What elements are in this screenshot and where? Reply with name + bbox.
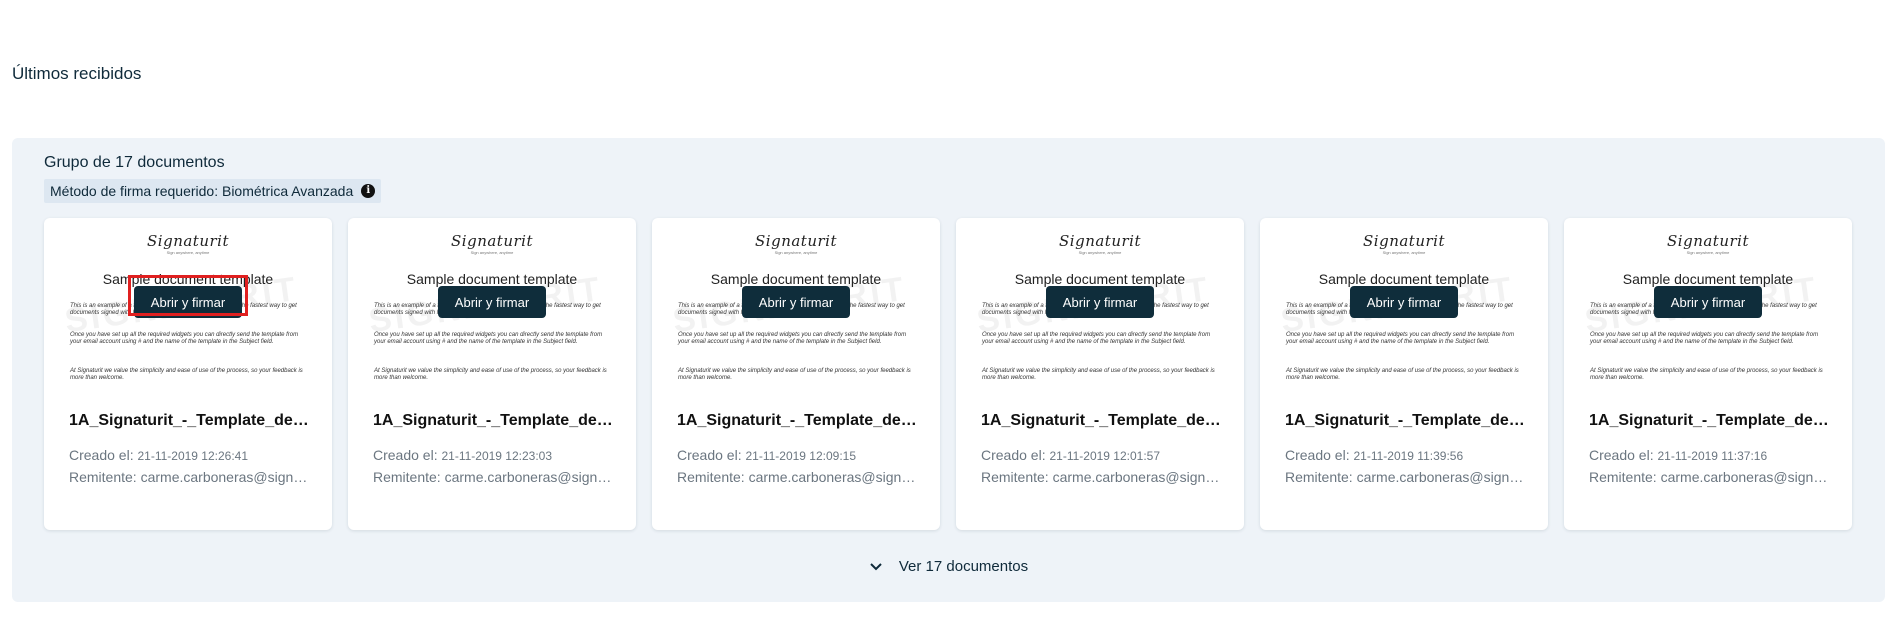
document-card[interactable]: Signaturit Sign anywhere, anytime Sample…: [652, 218, 940, 530]
created-prefix: Creado el:: [69, 447, 134, 463]
sender: Remitente: carme.carboneras@signaturit.c…: [981, 469, 1224, 485]
created-value: 21-11-2019 12:23:03: [441, 449, 553, 463]
open-and-sign-button[interactable]: Abrir y firmar: [1046, 286, 1154, 318]
preview-paragraph: Once you have set up all the required wi…: [982, 332, 1211, 345]
open-and-sign-button[interactable]: Abrir y firmar: [134, 286, 242, 318]
signature-method-label: Método de firma requerido: Biométrica Av…: [50, 183, 354, 199]
document-name: 1A_Signaturit_-_Template_demo: [677, 412, 920, 429]
logo-subtitle: Sign anywhere, anytime: [470, 250, 514, 255]
created-value: 21-11-2019 11:39:56: [1353, 449, 1464, 463]
open-and-sign-button[interactable]: Abrir y firmar: [742, 286, 850, 318]
created-date: Creado el: 21-11-2019 11:37:16: [1589, 447, 1832, 463]
created-value: 21-11-2019 12:01:57: [1049, 449, 1161, 463]
created-prefix: Creado el:: [981, 447, 1046, 463]
document-preview[interactable]: Signaturit Sign anywhere, anytime Sample…: [1564, 218, 1852, 382]
sender: Remitente: carme.carboneras@signaturit.c…: [373, 469, 616, 485]
created-prefix: Creado el:: [1589, 447, 1654, 463]
document-name: 1A_Signaturit_-_Template_demo: [373, 412, 616, 429]
signaturit-logo: Signaturit: [755, 232, 837, 250]
preview-paragraph: Once you have set up all the required wi…: [1590, 332, 1819, 345]
open-and-sign-button[interactable]: Abrir y firmar: [1654, 286, 1762, 318]
sender: Remitente: carme.carboneras@signaturit.c…: [1285, 469, 1528, 485]
preview-paragraph: Once you have set up all the required wi…: [1286, 332, 1515, 345]
created-date: Creado el: 21-11-2019 11:39:56: [1285, 447, 1528, 463]
document-card[interactable]: Signaturit Sign anywhere, anytime Sample…: [956, 218, 1244, 530]
sender: Remitente: carme.carboneras@signaturit.c…: [69, 469, 312, 485]
signaturit-logo: Signaturit: [147, 232, 229, 250]
sender-prefix: Remitente:: [373, 469, 441, 485]
sender-value: carme.carboneras@signaturit.com: [1052, 469, 1224, 485]
created-prefix: Creado el:: [373, 447, 438, 463]
document-name: 1A_Signaturit_-_Template_demo: [1285, 412, 1528, 429]
created-date: Creado el: 21-11-2019 12:26:41: [69, 447, 312, 463]
preview-paragraph: Once you have set up all the required wi…: [70, 332, 299, 345]
view-all-label: Ver 17 documentos: [898, 558, 1029, 575]
created-date: Creado el: 21-11-2019 12:01:57: [981, 447, 1224, 463]
signaturit-logo: Signaturit: [1667, 232, 1749, 250]
document-name: 1A_Signaturit_-_Template_demo: [1589, 412, 1832, 429]
preview-paragraph: At Signaturit we value the simplicity an…: [374, 368, 607, 381]
created-value: 21-11-2019 12:09:15: [745, 449, 857, 463]
logo-subtitle: Sign anywhere, anytime: [1382, 250, 1426, 255]
sender-prefix: Remitente:: [1589, 469, 1657, 485]
document-card[interactable]: Signaturit Sign anywhere, anytime Sample…: [44, 218, 332, 530]
document-card[interactable]: Signaturit Sign anywhere, anytime Sample…: [348, 218, 636, 530]
logo-subtitle: Sign anywhere, anytime: [1078, 250, 1122, 255]
preview-paragraph: At Signaturit we value the simplicity an…: [70, 368, 303, 381]
section-title: Últimos recibidos: [12, 64, 142, 83]
sender-prefix: Remitente:: [1285, 469, 1353, 485]
sender-prefix: Remitente:: [69, 469, 137, 485]
open-and-sign-button[interactable]: Abrir y firmar: [438, 286, 546, 318]
document-card[interactable]: Signaturit Sign anywhere, anytime Sample…: [1260, 218, 1548, 530]
preview-paragraph: Once you have set up all the required wi…: [374, 332, 603, 345]
info-icon[interactable]: i: [361, 184, 376, 198]
signaturit-logo: Signaturit: [1059, 232, 1141, 250]
logo-subtitle: Sign anywhere, anytime: [166, 250, 210, 255]
created-prefix: Creado el:: [677, 447, 742, 463]
document-preview[interactable]: Signaturit Sign anywhere, anytime Sample…: [348, 218, 636, 382]
document-preview[interactable]: Signaturit Sign anywhere, anytime Sample…: [44, 218, 332, 382]
group-title: Grupo de 17 documentos: [44, 154, 225, 171]
sender: Remitente: carme.carboneras@signaturit.c…: [677, 469, 920, 485]
preview-paragraph: At Signaturit we value the simplicity an…: [982, 368, 1215, 381]
preview-paragraph: At Signaturit we value the simplicity an…: [1286, 368, 1519, 381]
document-cards: Signaturit Sign anywhere, anytime Sample…: [44, 218, 1852, 530]
document-name: 1A_Signaturit_-_Template_demo: [69, 412, 312, 429]
open-and-sign-button[interactable]: Abrir y firmar: [1350, 286, 1458, 318]
document-name: 1A_Signaturit_-_Template_demo: [981, 412, 1224, 429]
sender-value: carme.carboneras@signaturit.com: [748, 469, 920, 485]
sender-value: carme.carboneras@signaturit.com: [1660, 469, 1832, 485]
document-card[interactable]: Signaturit Sign anywhere, anytime Sample…: [1564, 218, 1852, 530]
sender-prefix: Remitente:: [677, 469, 745, 485]
sender-prefix: Remitente:: [981, 469, 1049, 485]
created-date: Creado el: 21-11-2019 12:09:15: [677, 447, 920, 463]
logo-subtitle: Sign anywhere, anytime: [1686, 250, 1730, 255]
created-prefix: Creado el:: [1285, 447, 1350, 463]
document-preview[interactable]: Signaturit Sign anywhere, anytime Sample…: [652, 218, 940, 382]
chevron-down-icon: [870, 562, 882, 570]
signaturit-logo: Signaturit: [451, 232, 533, 250]
view-all-documents-link[interactable]: Ver 17 documentos: [12, 558, 1885, 575]
preview-paragraph: At Signaturit we value the simplicity an…: [1590, 368, 1823, 381]
logo-subtitle: Sign anywhere, anytime: [774, 250, 818, 255]
created-value: 21-11-2019 12:26:41: [137, 449, 249, 463]
preview-paragraph: At Signaturit we value the simplicity an…: [678, 368, 911, 381]
document-group-panel: Grupo de 17 documentos Método de firma r…: [12, 138, 1885, 602]
document-preview[interactable]: Signaturit Sign anywhere, anytime Sample…: [956, 218, 1244, 382]
sender: Remitente: carme.carboneras@signaturit.c…: [1589, 469, 1832, 485]
signature-method-badge: Método de firma requerido: Biométrica Av…: [44, 179, 382, 203]
signaturit-logo: Signaturit: [1363, 232, 1445, 250]
sender-value: carme.carboneras@signaturit.com: [444, 469, 616, 485]
sender-value: carme.carboneras@signaturit.com: [1356, 469, 1528, 485]
created-date: Creado el: 21-11-2019 12:23:03: [373, 447, 616, 463]
preview-paragraph: Once you have set up all the required wi…: [678, 332, 907, 345]
sender-value: carme.carboneras@signaturit.com: [140, 469, 312, 485]
created-value: 21-11-2019 11:37:16: [1657, 449, 1768, 463]
document-preview[interactable]: Signaturit Sign anywhere, anytime Sample…: [1260, 218, 1548, 382]
